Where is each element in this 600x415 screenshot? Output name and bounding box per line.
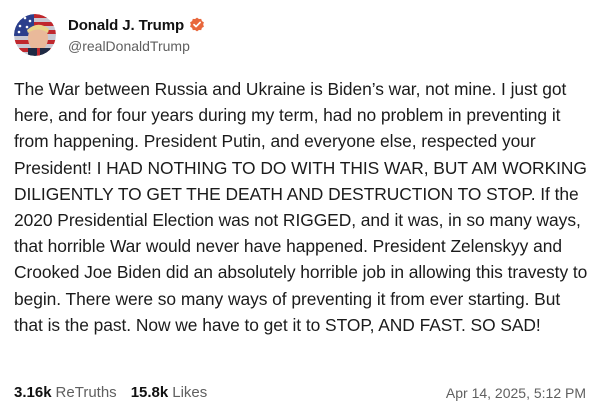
profile-photo-icon (14, 14, 56, 56)
handle[interactable]: @realDonaldTrump (68, 38, 205, 54)
likes-stat[interactable]: 15.8k Likes (131, 384, 208, 401)
avatar[interactable] (14, 14, 56, 56)
post-footer: 3.16k ReTruths 15.8k Likes Apr 14, 2025,… (14, 384, 586, 401)
display-name-row: Donald J. Trump (68, 17, 205, 34)
post-text: The War between Russia and Ukraine is Bi… (14, 79, 588, 335)
retruths-count: 3.16k (14, 384, 52, 401)
likes-label: Likes (172, 384, 208, 401)
retruths-stat[interactable]: 3.16k ReTruths (14, 384, 117, 401)
author-block: Donald J. Trump @realDonaldTrump (68, 17, 205, 54)
likes-count: 15.8k (130, 384, 169, 401)
retruths-label: ReTruths (55, 384, 117, 401)
verified-badge-icon (189, 17, 205, 33)
post-card: Donald J. Trump @realDonaldTrump The War… (0, 0, 600, 415)
post-header: Donald J. Trump @realDonaldTrump (14, 12, 586, 58)
post-timestamp[interactable]: Apr 14, 2025, 5:12 PM (446, 385, 586, 401)
display-name[interactable]: Donald J. Trump (68, 17, 184, 34)
